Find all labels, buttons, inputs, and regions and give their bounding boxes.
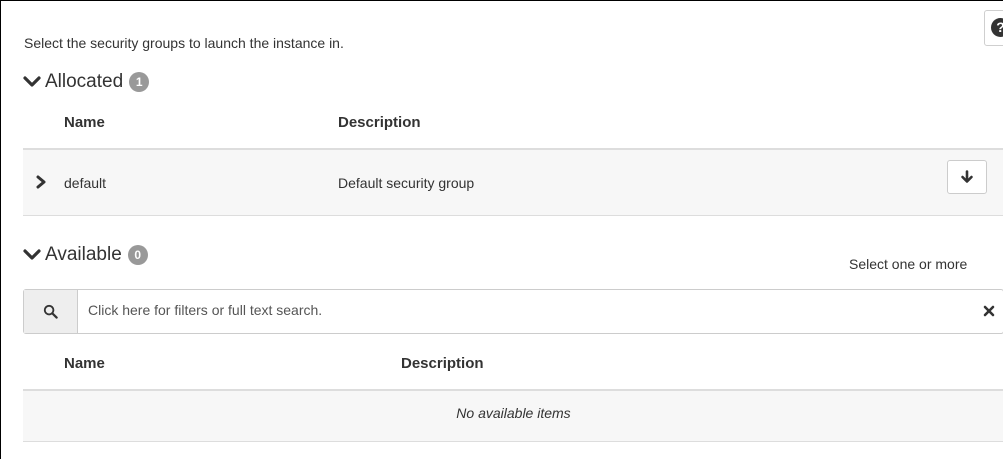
available-title: Available [45,244,122,265]
arrow-down-icon [961,170,973,183]
select-hint: Select one or more [849,256,968,272]
search-bar[interactable]: Click here for filters or full text sear… [23,289,1003,334]
table-row [23,150,1003,215]
empty-message: No available items [456,405,571,421]
available-column-name: Name [64,355,105,372]
question-circle-icon: ? [991,18,1003,37]
security-groups-panel: ? Select the security groups to launch t… [0,0,1003,459]
divider [23,441,1003,442]
chevron-down-icon [23,249,41,260]
intro-text: Select the security groups to launch the… [24,35,344,51]
help-button[interactable]: ? [984,10,1003,46]
close-icon[interactable] [982,304,996,318]
search-icon [43,304,58,319]
chevron-down-icon [23,76,41,87]
allocated-column-description: Description [338,114,421,131]
available-section-header[interactable]: Available 0 [23,244,148,266]
allocated-title: Allocated [45,71,124,92]
allocated-count-badge: 1 [129,72,150,92]
chevron-right-icon[interactable] [35,175,47,189]
row-name: default [64,175,107,191]
available-count-badge: 0 [127,245,148,265]
allocated-column-name: Name [64,114,105,131]
available-column-description: Description [401,355,484,372]
deallocate-button[interactable] [947,160,987,194]
row-description: Default security group [338,175,475,191]
search-input[interactable]: Click here for filters or full text sear… [88,302,322,318]
divider [23,215,1003,216]
search-addon [24,290,78,333]
allocated-section-header[interactable]: Allocated 1 [23,71,150,93]
